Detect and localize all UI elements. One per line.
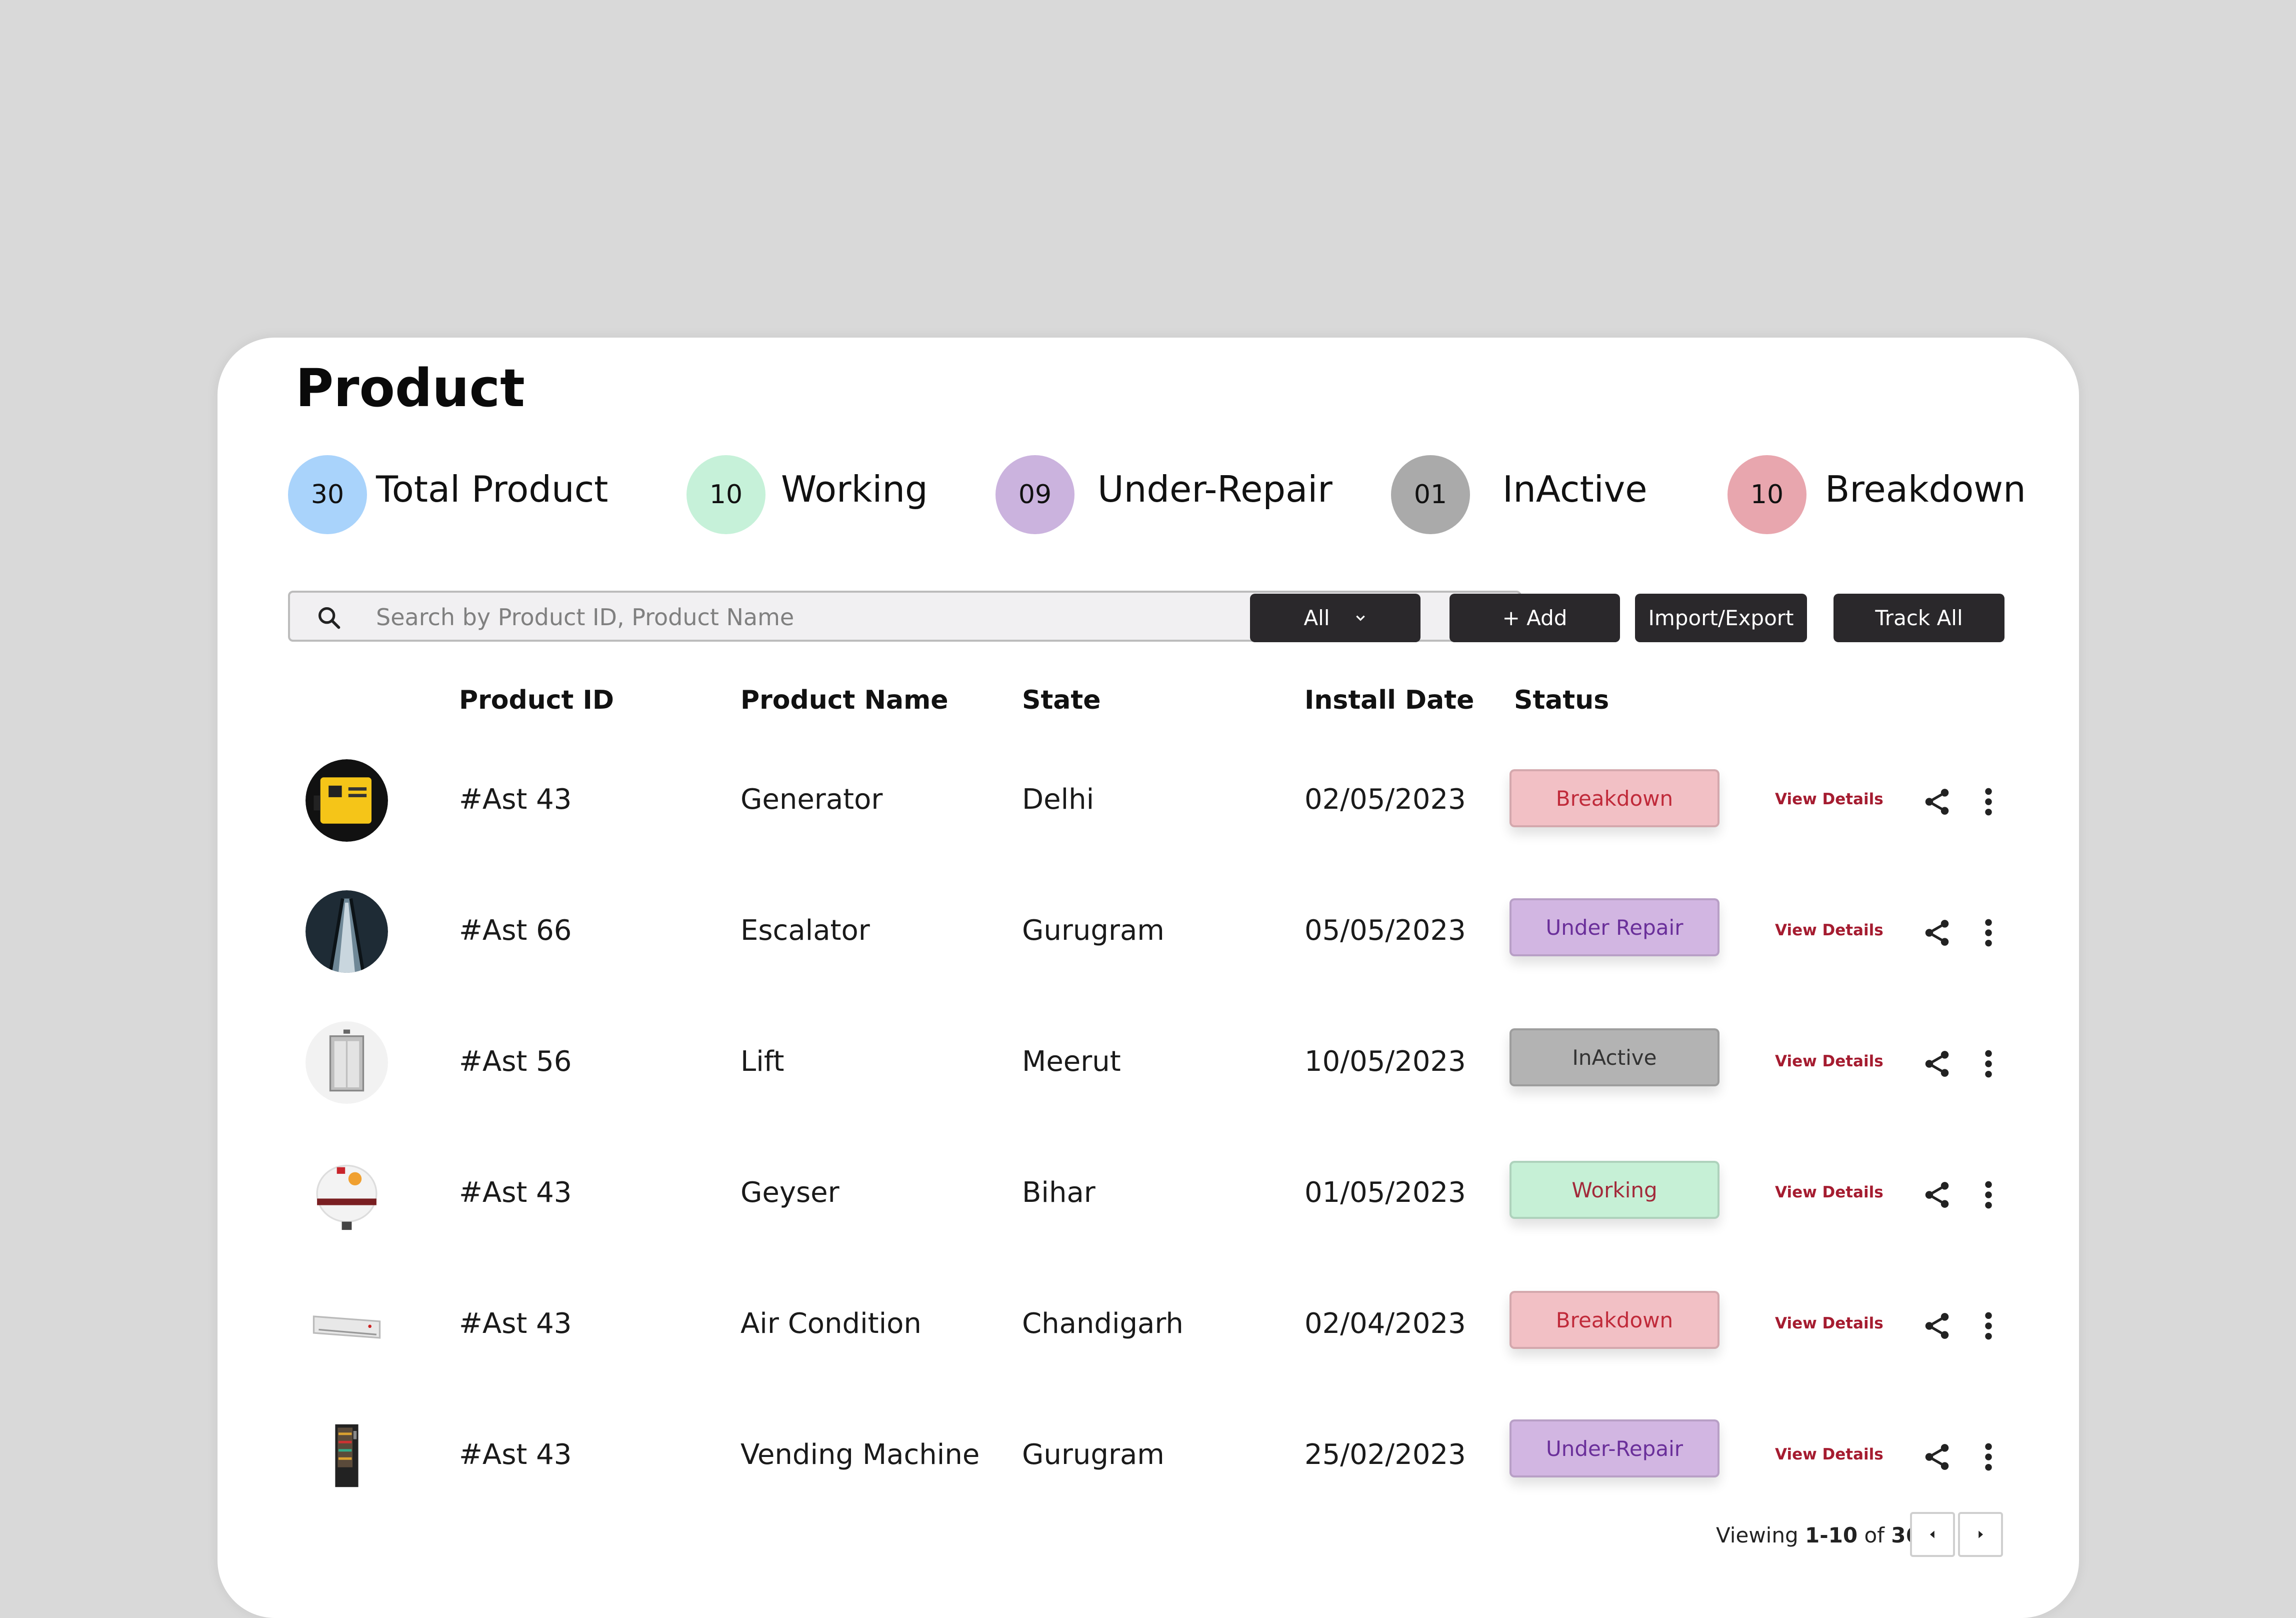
table-row[interactable]: #Ast 43 Air Condition Chandigarh 02/04/2… bbox=[288, 1283, 2008, 1398]
share-icon[interactable] bbox=[1922, 786, 1952, 817]
chevron-down-icon bbox=[1356, 615, 1365, 621]
stat-count-under-repair: 09 bbox=[996, 455, 1074, 534]
share-icon[interactable] bbox=[1922, 1441, 1952, 1472]
page-title: Product bbox=[296, 358, 525, 419]
cell-state: Gurugram bbox=[1022, 914, 1164, 947]
table-row[interactable]: #Ast 56 Lift Meerut 10/05/2023 InActive … bbox=[288, 1021, 2008, 1136]
view-details-link[interactable]: View Details bbox=[1775, 1314, 1884, 1332]
cell-state: Gurugram bbox=[1022, 1438, 1164, 1471]
air-conditioner-image bbox=[306, 1283, 388, 1366]
cell-install-date: 02/05/2023 bbox=[1304, 783, 1466, 816]
cell-product-name: Air Condition bbox=[740, 1307, 922, 1340]
cell-state: Delhi bbox=[1022, 783, 1094, 816]
cell-product-name: Geyser bbox=[740, 1176, 840, 1209]
header-product-name[interactable]: Product Name bbox=[740, 685, 948, 715]
status-badge: InActive bbox=[1510, 1028, 1720, 1086]
view-details-link[interactable]: View Details bbox=[1775, 1445, 1884, 1463]
status-badge: Working bbox=[1510, 1161, 1720, 1219]
cell-product-name: Vending Machine bbox=[740, 1438, 980, 1471]
view-details-link[interactable]: View Details bbox=[1775, 1183, 1884, 1201]
header-product-id[interactable]: Product ID bbox=[459, 685, 614, 715]
chevron-left-icon bbox=[1930, 1530, 1934, 1538]
table-row[interactable]: #Ast 66 Escalator Gurugram 05/05/2023 Un… bbox=[288, 890, 2008, 1005]
stat-count-total: 30 bbox=[288, 455, 367, 534]
stat-count-inactive: 01 bbox=[1391, 455, 1470, 534]
lift-image bbox=[306, 1021, 388, 1104]
more-vertical-icon[interactable] bbox=[1982, 1048, 1994, 1079]
view-details-link[interactable]: View Details bbox=[1775, 1052, 1884, 1070]
filter-dropdown[interactable]: All bbox=[1250, 594, 1420, 642]
chevron-right-icon bbox=[1978, 1530, 1983, 1538]
generator-image bbox=[306, 759, 388, 842]
stat-label-working: Working bbox=[781, 468, 928, 510]
cell-install-date: 05/05/2023 bbox=[1304, 914, 1466, 947]
pagination-of: of bbox=[1864, 1523, 1884, 1547]
more-vertical-icon[interactable] bbox=[1982, 917, 1994, 948]
cell-product-id: #Ast 43 bbox=[459, 783, 572, 816]
view-details-link[interactable]: View Details bbox=[1775, 790, 1884, 808]
status-badge: Under-Repair bbox=[1510, 1419, 1720, 1477]
status-badge: Breakdown bbox=[1510, 769, 1720, 827]
share-icon[interactable] bbox=[1922, 1310, 1952, 1341]
status-badge: Under Repair bbox=[1510, 898, 1720, 956]
stat-label-total: Total Product bbox=[376, 468, 608, 510]
stat-count-breakdown: 10 bbox=[1728, 455, 1806, 534]
previous-page-button[interactable] bbox=[1910, 1512, 1955, 1557]
more-vertical-icon[interactable] bbox=[1982, 786, 1994, 817]
escalator-image bbox=[306, 890, 388, 973]
vending-machine-image bbox=[306, 1414, 388, 1497]
cell-state: Chandigarh bbox=[1022, 1307, 1184, 1340]
cell-product-id: #Ast 43 bbox=[459, 1438, 572, 1471]
cell-product-id: #Ast 43 bbox=[459, 1307, 572, 1340]
add-button[interactable]: + Add bbox=[1450, 594, 1620, 642]
more-vertical-icon[interactable] bbox=[1982, 1441, 1994, 1472]
next-page-button[interactable] bbox=[1958, 1512, 2003, 1557]
stat-count-working: 10 bbox=[686, 455, 766, 534]
more-vertical-icon[interactable] bbox=[1982, 1179, 1994, 1210]
track-all-button[interactable]: Track All bbox=[1834, 594, 2004, 642]
pagination-summary: Viewing 1-10 of 36 bbox=[1716, 1523, 1920, 1547]
cell-install-date: 01/05/2023 bbox=[1304, 1176, 1466, 1209]
stat-label-inactive: InActive bbox=[1502, 468, 1648, 510]
cell-product-id: #Ast 66 bbox=[459, 914, 572, 947]
share-icon[interactable] bbox=[1922, 1048, 1952, 1079]
import-export-button[interactable]: Import/Export bbox=[1635, 594, 1807, 642]
filter-value: All bbox=[1304, 606, 1330, 630]
stat-label-under-repair: Under-Repair bbox=[1098, 468, 1332, 510]
table-row[interactable]: #Ast 43 Vending Machine Gurugram 25/02/2… bbox=[288, 1414, 2008, 1529]
table-row[interactable]: #Ast 43 Geyser Bihar 01/05/2023 Working … bbox=[288, 1152, 2008, 1267]
share-icon[interactable] bbox=[1922, 1179, 1952, 1210]
header-install-date[interactable]: Install Date bbox=[1304, 685, 1474, 715]
pagination-prefix: Viewing bbox=[1716, 1523, 1798, 1547]
cell-install-date: 10/05/2023 bbox=[1304, 1045, 1466, 1078]
pagination-range: 1-10 bbox=[1804, 1523, 1858, 1547]
cell-install-date: 25/02/2023 bbox=[1304, 1438, 1466, 1471]
geyser-image bbox=[306, 1152, 388, 1235]
cell-product-id: #Ast 43 bbox=[459, 1176, 572, 1209]
header-status[interactable]: Status bbox=[1514, 685, 1609, 715]
search-icon bbox=[318, 607, 340, 629]
header-state[interactable]: State bbox=[1022, 685, 1101, 715]
cell-product-id: #Ast 56 bbox=[459, 1045, 572, 1078]
cell-product-name: Generator bbox=[740, 783, 883, 816]
view-details-link[interactable]: View Details bbox=[1775, 921, 1884, 939]
cell-install-date: 02/04/2023 bbox=[1304, 1307, 1466, 1340]
cell-state: Bihar bbox=[1022, 1176, 1096, 1209]
cell-state: Meerut bbox=[1022, 1045, 1121, 1078]
cell-product-name: Lift bbox=[740, 1045, 784, 1078]
table-row[interactable]: #Ast 43 Generator Delhi 02/05/2023 Break… bbox=[288, 759, 2008, 874]
more-vertical-icon[interactable] bbox=[1982, 1310, 1994, 1341]
cell-product-name: Escalator bbox=[740, 914, 870, 947]
stat-label-breakdown: Breakdown bbox=[1825, 468, 2026, 510]
status-badge: Breakdown bbox=[1510, 1291, 1720, 1349]
share-icon[interactable] bbox=[1922, 917, 1952, 948]
